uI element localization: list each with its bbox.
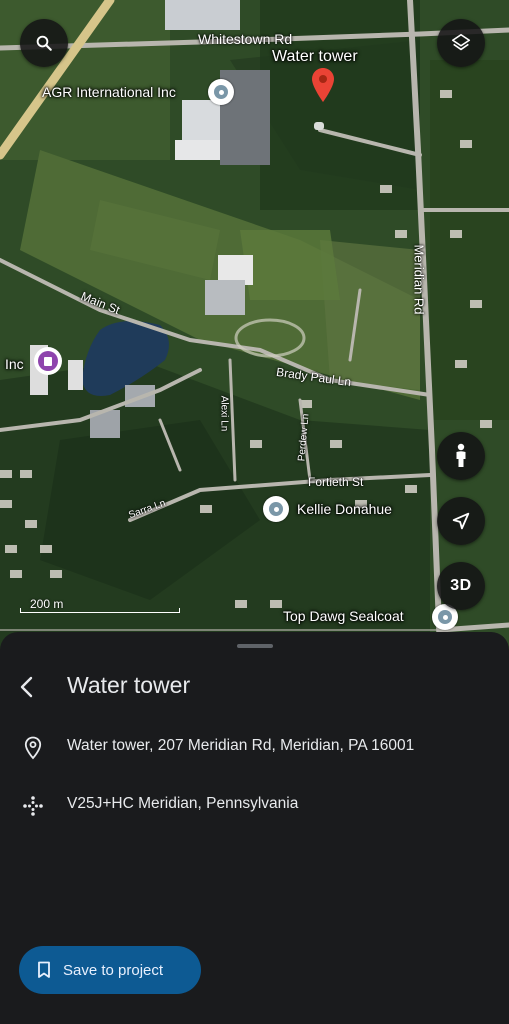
selected-location-pin-icon[interactable] [312,68,334,102]
poi-label-top-dawg[interactable]: Top Dawg Sealcoat [283,608,404,624]
my-location-button[interactable] [437,497,485,545]
poi-pin-agr-icon[interactable] [208,79,234,105]
location-pin-icon [20,735,46,761]
layers-icon [451,33,471,51]
address-row[interactable]: Water tower, 207 Meridian Rd, Meridian, … [0,732,509,762]
pegman-icon [456,443,466,467]
road-label-whitestown: Whitestown Rd [198,31,293,47]
purple-poi-pin-icon[interactable] [34,347,62,375]
street-view-button[interactable] [437,432,485,480]
road-label-alexi: Alexi Ln [218,395,230,432]
plus-code-icon [20,793,46,819]
search-icon [36,35,52,51]
place-details-sheet: Water tower Water tower, 207 Meridian Rd… [0,632,509,1024]
plus-code-row[interactable]: V25J+HC Meridian, Pennsylvania [0,790,509,820]
save-to-project-label: Save to project [63,961,164,979]
address-text: Water tower, 207 Meridian Rd, Meridian, … [67,737,415,754]
3d-label: 3D [450,577,472,594]
scale-line [20,608,180,613]
search-button[interactable] [20,19,68,67]
chevron-left-icon [20,676,33,698]
navigation-arrow-icon [452,512,470,530]
poi-label-water-tower[interactable]: Water tower [272,48,358,66]
drag-handle[interactable] [237,644,273,648]
layers-button[interactable] [437,19,485,67]
scale-bar: 200 m [20,597,180,613]
road-label-fortieth: Fortieth St [308,475,364,489]
poi-label-inc[interactable]: Inc [5,356,24,372]
satellite-map[interactable]: Whitestown Rd Meridian Rd Main St Brady … [0,0,509,650]
poi-label-kellie[interactable]: Kellie Donahue [297,501,392,517]
3d-toggle-button[interactable]: 3D [437,562,485,610]
poi-label-agr[interactable]: AGR International Inc [42,84,176,100]
water-tower-marker [314,122,324,130]
poi-pin-kellie-icon[interactable] [263,496,289,522]
place-title: Water tower [67,672,191,698]
save-to-project-button[interactable]: Save to project [19,946,201,994]
bookmark-icon [35,961,53,979]
plus-code-text: V25J+HC Meridian, Pennsylvania [67,795,299,812]
back-button[interactable] [10,670,44,704]
road-label-meridian: Meridian Rd [411,244,427,315]
